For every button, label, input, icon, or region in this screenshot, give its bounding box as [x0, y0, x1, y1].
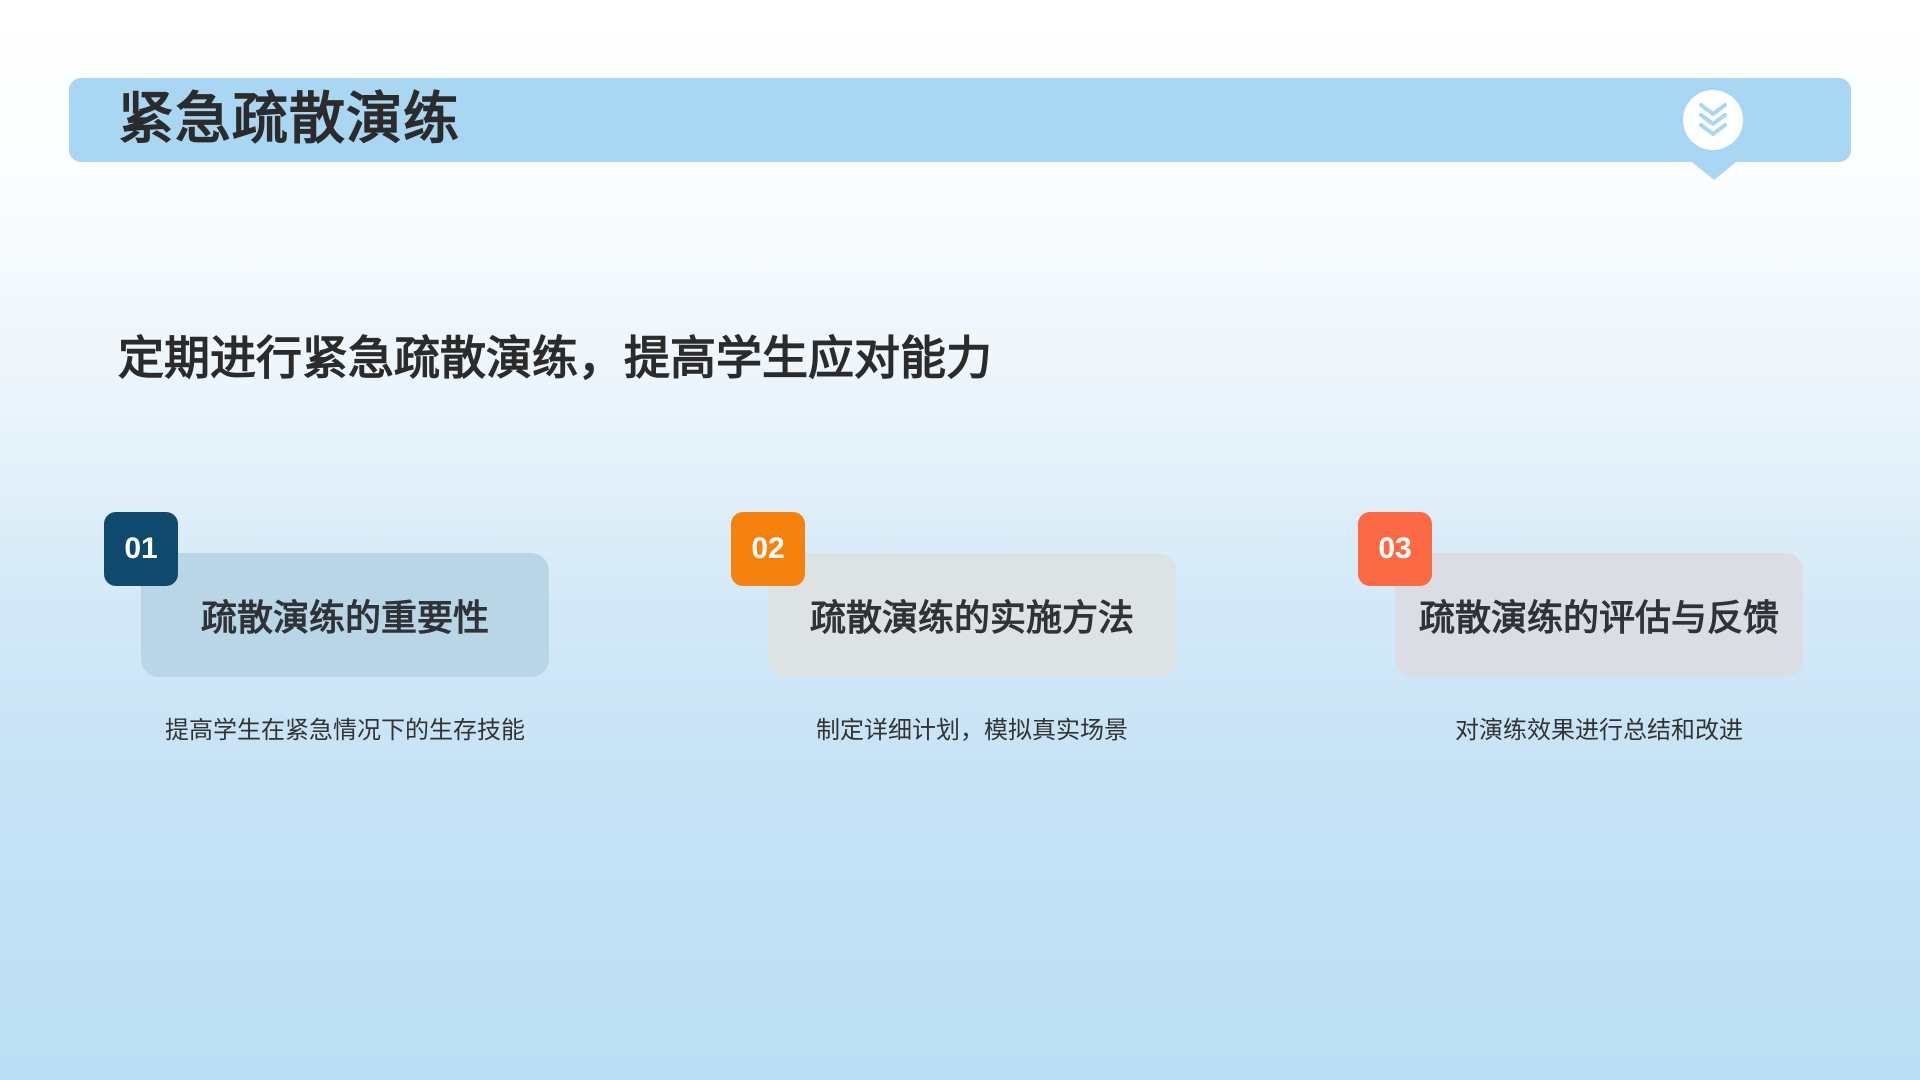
- number-badge-02: 02: [731, 512, 805, 586]
- page-title: 紧急疏散演练: [118, 87, 460, 152]
- number-badge-03: 03: [1358, 512, 1432, 586]
- card-title: 疏散演练的评估与反馈: [1418, 598, 1779, 639]
- header-badge: [1683, 90, 1743, 150]
- card-importance: 疏散演练的重要性: [141, 553, 549, 677]
- card-evaluation: 疏散演练的评估与反馈: [1395, 553, 1803, 677]
- card-description: 提高学生在紧急情况下的生存技能: [165, 716, 525, 744]
- card-title: 疏散演练的重要性: [200, 598, 489, 639]
- card-description: 制定详细计划，模拟真实场景: [816, 716, 1128, 744]
- subtitle: 定期进行紧急疏散演练，提高学生应对能力: [118, 331, 992, 385]
- number-badge-01: 01: [104, 512, 178, 586]
- header-notch: [1692, 162, 1736, 180]
- chevrons-down-icon: [1699, 103, 1727, 136]
- card-description: 对演练效果进行总结和改进: [1455, 716, 1743, 744]
- card-implementation: 疏散演练的实施方法: [768, 553, 1176, 677]
- card-title: 疏散演练的实施方法: [809, 598, 1134, 639]
